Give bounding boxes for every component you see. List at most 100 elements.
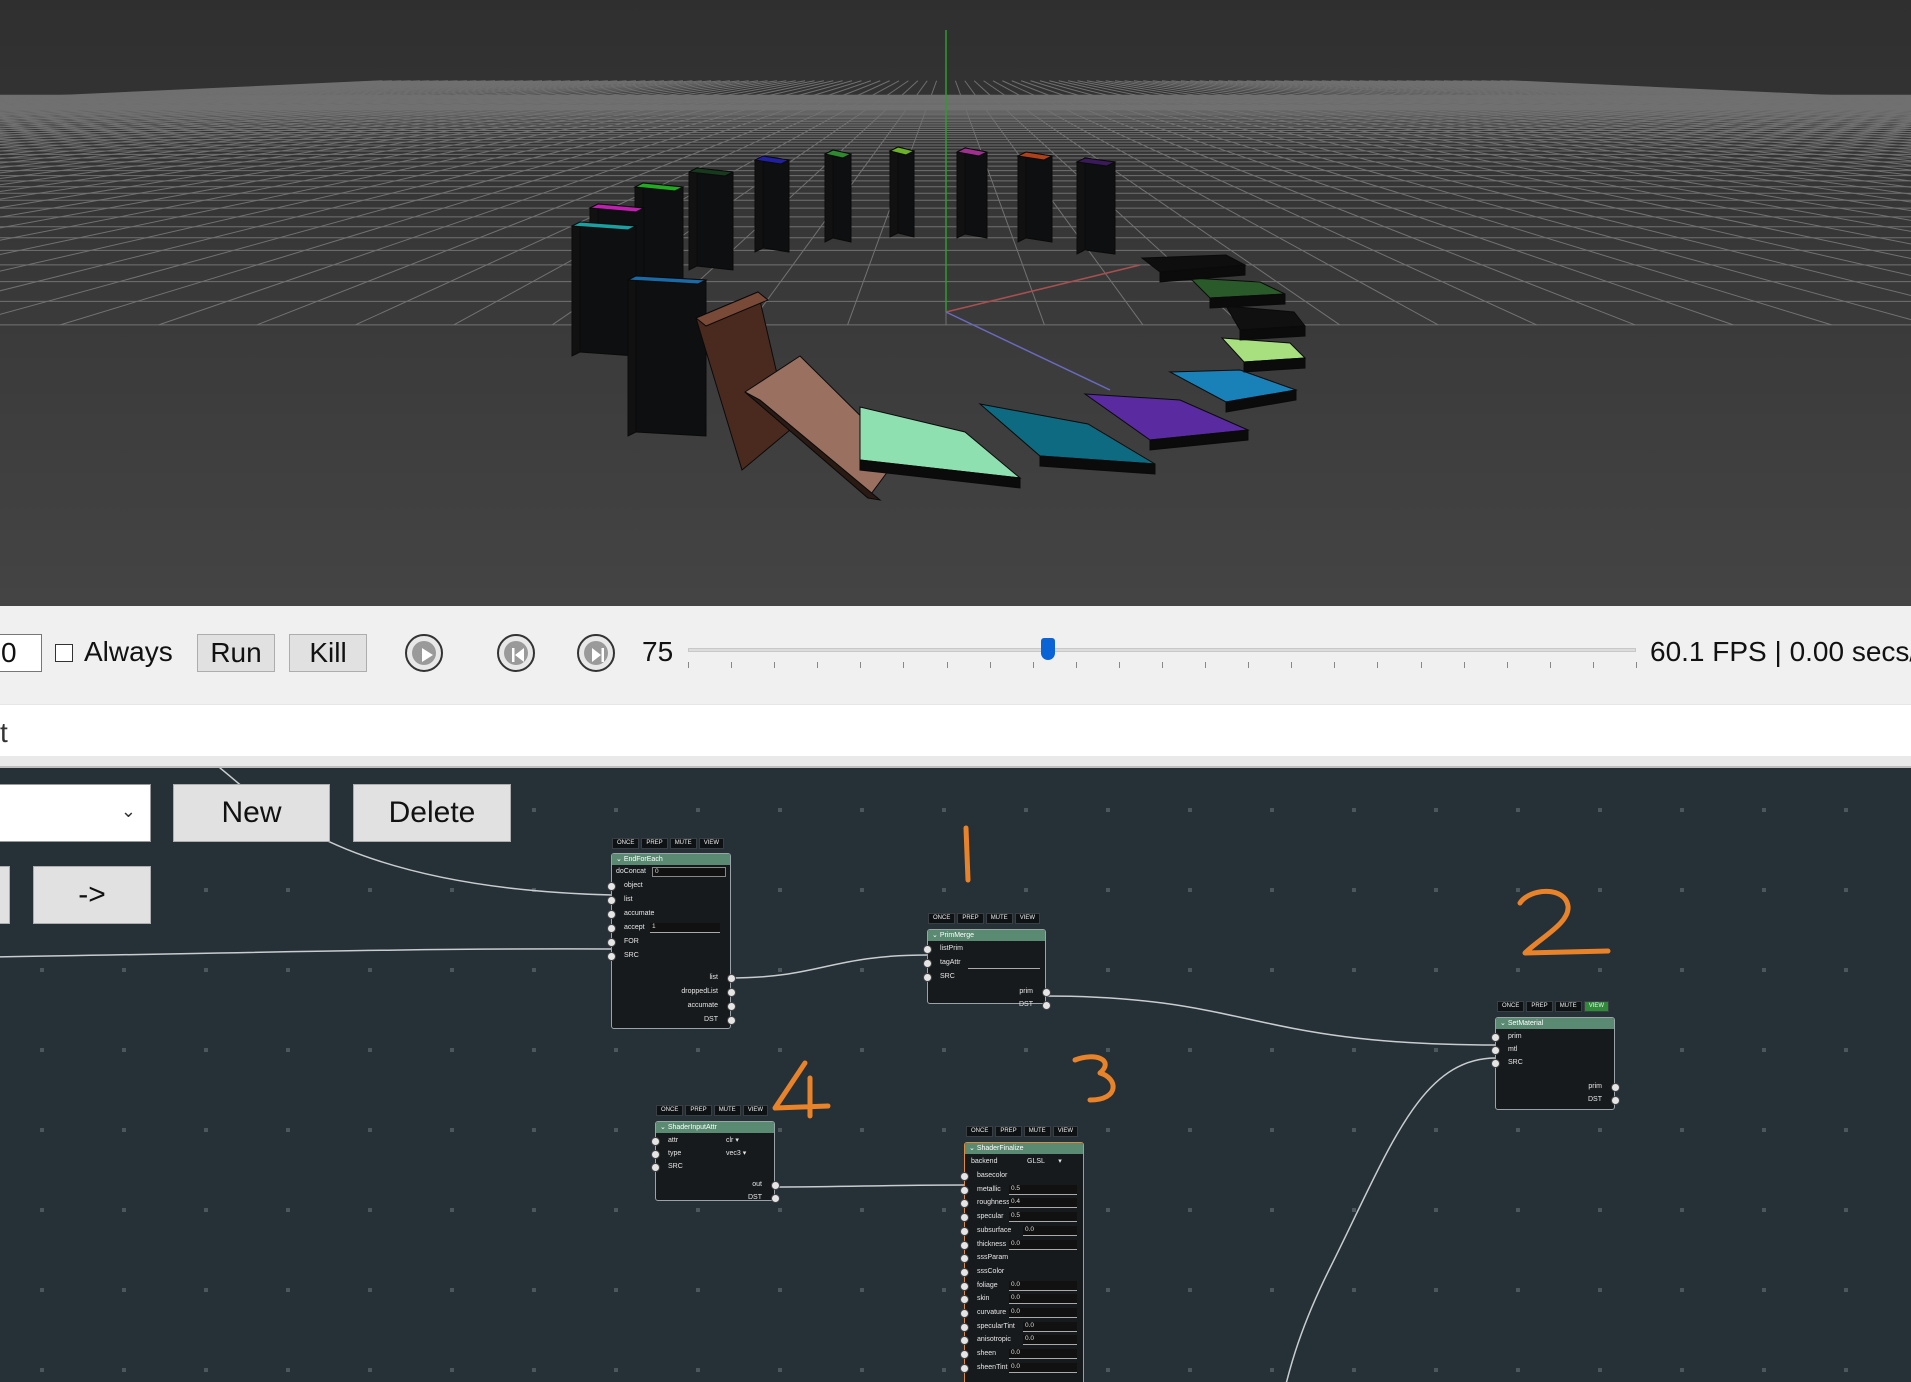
type-dropdown[interactable]: vec3 ▾ <box>726 1148 746 1160</box>
port-label: SRC <box>624 952 639 959</box>
output-port[interactable] <box>727 1002 736 1011</box>
param-field[interactable]: 0.0 <box>1023 1321 1077 1332</box>
grid-dot <box>1598 1208 1602 1212</box>
once-toggle[interactable]: ONCE <box>966 1126 994 1137</box>
step-forward-button[interactable] <box>577 634 615 672</box>
output-port[interactable] <box>1042 1001 1051 1010</box>
link-shaderinput-to-finalize <box>774 1184 966 1188</box>
output-port[interactable] <box>771 1194 780 1203</box>
tagattr-field[interactable] <box>968 968 1040 969</box>
prep-toggle[interactable]: PREP <box>1526 1001 1553 1012</box>
param-field[interactable]: 0.0 <box>1009 1294 1077 1305</box>
node-graph-editor[interactable]: ⌄ New Delete -> ONCE PREP MUTE VIEW ⌄ En… <box>0 768 1911 1382</box>
node-shaderfinalize[interactable]: ⌄ ShaderFinalize backend GLSL ▾ basecolo… <box>960 1142 1084 1382</box>
once-toggle[interactable]: ONCE <box>928 913 956 924</box>
panel-splitter[interactable] <box>0 756 1911 768</box>
param-field[interactable]: 0.0 <box>1009 1280 1077 1291</box>
output-port[interactable] <box>771 1181 780 1190</box>
3d-viewport[interactable] <box>0 0 1911 606</box>
accept-field[interactable]: 1 <box>650 923 720 933</box>
view-toggle[interactable]: VIEW <box>1583 1001 1610 1012</box>
param-field[interactable]: 0.4 <box>1009 1198 1077 1209</box>
param-field[interactable]: 0.0 <box>1009 1349 1077 1360</box>
play-button[interactable] <box>405 634 443 672</box>
grid-dot <box>1680 808 1684 812</box>
arrow-button[interactable]: -> <box>33 866 151 924</box>
prev-button[interactable] <box>0 866 10 924</box>
mute-toggle[interactable]: MUTE <box>1554 1001 1582 1012</box>
frame-input[interactable]: 0 <box>0 634 42 672</box>
timeline-slider[interactable] <box>688 648 1636 652</box>
grid-dot <box>1106 1128 1110 1132</box>
node-shaderinputattr[interactable]: ⌄ ShaderInputAttr attr clr ▾ type vec3 ▾… <box>651 1121 780 1203</box>
mute-toggle[interactable]: MUTE <box>669 838 697 849</box>
view-toggle[interactable]: VIEW <box>698 838 725 849</box>
once-toggle[interactable]: ONCE <box>612 838 640 849</box>
domino-front <box>1025 151 1053 243</box>
command-line-input[interactable]: t <box>0 704 1911 756</box>
delete-button[interactable]: Delete <box>353 784 511 842</box>
grid-dot <box>1844 968 1848 972</box>
step-back-button[interactable] <box>497 634 535 672</box>
view-toggle[interactable]: VIEW <box>1052 1126 1079 1137</box>
port-label: tagAttr <box>940 959 961 966</box>
param-field[interactable]: 0.0 <box>1023 1335 1077 1346</box>
once-toggle[interactable]: ONCE <box>656 1105 684 1116</box>
output-port[interactable] <box>1611 1083 1620 1092</box>
prep-toggle[interactable]: PREP <box>641 838 668 849</box>
view-toggle[interactable]: VIEW <box>1014 913 1041 924</box>
kill-button[interactable]: Kill <box>289 634 367 672</box>
param-label: backend <box>971 1158 998 1165</box>
mute-toggle[interactable]: MUTE <box>713 1105 741 1116</box>
view-toggle[interactable]: VIEW <box>742 1105 769 1116</box>
grid-dot <box>286 1128 290 1132</box>
prep-toggle[interactable]: PREP <box>995 1126 1022 1137</box>
run-button[interactable]: Run <box>197 634 275 672</box>
play-icon <box>422 648 433 662</box>
output-port[interactable] <box>727 974 736 983</box>
node-title: ⌄ ShaderInputAttr <box>656 1122 774 1133</box>
node-title: ⌄ EndForEach <box>612 854 730 865</box>
param-field[interactable]: 0.0 <box>1009 1239 1077 1250</box>
port-label: foliage <box>977 1281 998 1289</box>
grid-dot <box>450 968 454 972</box>
prep-toggle[interactable]: PREP <box>685 1105 712 1116</box>
annotation-4 <box>772 1060 831 1119</box>
node-endforeach[interactable]: ⌄ EndForEach doConcat 0 object list accu… <box>607 853 736 1029</box>
attr-dropdown[interactable]: clr ▾ <box>726 1135 739 1147</box>
node-primmerge[interactable]: ⌄ PrimMerge listPrim tagAttr SRC prim DS… <box>923 929 1051 1010</box>
once-toggle[interactable]: ONCE <box>1497 1001 1525 1012</box>
output-port[interactable] <box>1611 1096 1620 1105</box>
output-port[interactable] <box>727 1016 736 1025</box>
grid-dot <box>1762 808 1766 812</box>
mute-toggle[interactable]: MUTE <box>1023 1126 1051 1137</box>
param-field[interactable]: 0.0 <box>1023 1225 1077 1236</box>
grid-dot <box>1188 888 1192 892</box>
domino-side <box>627 275 637 437</box>
grid-dot <box>1106 808 1110 812</box>
output-port[interactable] <box>1042 988 1051 997</box>
param-field[interactable]: 0.5 <box>1009 1212 1077 1223</box>
new-button[interactable]: New <box>173 784 330 842</box>
grid-dot <box>778 1128 782 1132</box>
backend-dropdown[interactable]: GLSL ▾ <box>1027 1156 1062 1168</box>
node-graph-canvas <box>0 768 1848 1382</box>
output-port[interactable] <box>727 988 736 997</box>
graph-select-dropdown[interactable]: ⌄ <box>0 784 151 842</box>
port-label: out <box>752 1181 762 1188</box>
timeline-slider-thumb[interactable] <box>1041 638 1056 660</box>
prep-toggle[interactable]: PREP <box>957 913 984 924</box>
doconcat-field[interactable]: 0 <box>652 867 726 877</box>
param-field[interactable]: 0.0 <box>1009 1308 1077 1318</box>
mute-toggle[interactable]: MUTE <box>985 913 1013 924</box>
always-checkbox[interactable] <box>55 644 73 662</box>
param-field[interactable]: 0.0 <box>1009 1362 1077 1373</box>
port-label: basecolor <box>977 1172 1008 1179</box>
port-label: skin <box>977 1295 990 1303</box>
grid-dot <box>860 808 864 812</box>
node-setmaterial[interactable]: ⌄ SetMaterial prim mtl SRC prim DST <box>1491 1017 1620 1110</box>
grid-dot <box>1188 808 1192 812</box>
param-field[interactable]: 0.5 <box>1009 1184 1077 1195</box>
grid-dot <box>1352 808 1356 812</box>
grid-dot <box>1188 1128 1192 1132</box>
